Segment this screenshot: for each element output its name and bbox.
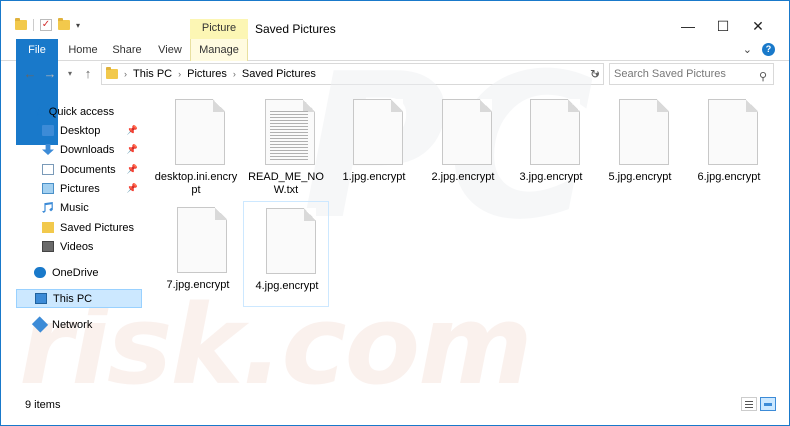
sidebar-item-label: Music bbox=[60, 201, 89, 214]
maximize-button[interactable]: ☐ bbox=[708, 15, 738, 37]
file-item[interactable]: 6.jpg.encrypt bbox=[686, 93, 772, 199]
sidebar-item-label: This PC bbox=[53, 292, 93, 305]
folder-icon bbox=[42, 222, 54, 233]
file-list: desktop.ini.encrypt READ_ME_NOW.txt 1.jp… bbox=[151, 91, 781, 391]
pin-icon[interactable]: 📌 bbox=[127, 183, 138, 194]
back-arrow-icon[interactable]: ← bbox=[21, 65, 39, 83]
sidebar-item-videos[interactable]: Videos bbox=[42, 237, 142, 256]
file-item[interactable]: READ_ME_NOW.txt bbox=[243, 93, 329, 199]
videos-icon bbox=[42, 241, 54, 252]
sidebar-item-music[interactable]: Music bbox=[42, 198, 142, 217]
tab-share[interactable]: Share bbox=[107, 39, 147, 61]
details-view-icon[interactable] bbox=[741, 397, 757, 411]
close-button[interactable]: ✕ bbox=[743, 15, 773, 37]
location-folder-icon bbox=[106, 67, 118, 79]
breadcrumb-separator-icon[interactable]: › bbox=[233, 69, 236, 79]
onedrive-icon bbox=[34, 267, 46, 278]
minimize-button[interactable]: — bbox=[673, 15, 703, 37]
star-icon: ★ bbox=[34, 104, 45, 119]
file-item[interactable]: 3.jpg.encrypt bbox=[508, 93, 594, 199]
pin-icon[interactable]: 📌 bbox=[127, 164, 138, 175]
sidebar-item-label: OneDrive bbox=[52, 266, 99, 279]
sidebar-item-label: Network bbox=[52, 318, 93, 331]
network-icon bbox=[31, 316, 49, 333]
search-placeholder: Search Saved Pictures bbox=[614, 68, 726, 80]
sidebar-item-label: Videos bbox=[60, 240, 94, 253]
file-name: 2.jpg.encrypt bbox=[431, 171, 495, 183]
quick-access-toolbar: ✓ ▾ bbox=[15, 18, 80, 31]
file-name: 6.jpg.encrypt bbox=[697, 171, 761, 183]
sidebar-item-documents[interactable]: Documents 📌 bbox=[42, 160, 142, 179]
pictures-icon bbox=[42, 183, 54, 194]
sidebar-item-label: Documents bbox=[60, 163, 116, 176]
up-arrow-icon[interactable]: ↑ bbox=[79, 65, 97, 83]
ribbon-controls: ⌄ ? bbox=[743, 43, 775, 56]
status-item-count: 9 items bbox=[25, 399, 61, 411]
breadcrumb-this-pc[interactable]: This PC bbox=[133, 68, 172, 80]
tab-home[interactable]: Home bbox=[63, 39, 103, 61]
search-icon: ⚲ bbox=[758, 71, 767, 83]
file-name: desktop.ini.encrypt bbox=[154, 171, 238, 196]
sidebar-item-onedrive[interactable]: OneDrive bbox=[34, 263, 142, 282]
sidebar-item-label: Quick access bbox=[48, 105, 115, 118]
picture-tools-tab: Picture Tools bbox=[190, 19, 248, 53]
sidebar-item-desktop[interactable]: Desktop 📌 bbox=[42, 121, 142, 140]
help-icon[interactable]: ? bbox=[762, 43, 775, 56]
new-folder-icon[interactable] bbox=[58, 18, 70, 30]
file-name: 3.jpg.encrypt bbox=[519, 171, 583, 183]
sidebar-item-pictures[interactable]: Pictures 📌 bbox=[42, 179, 142, 198]
breadcrumb-separator-icon[interactable]: › bbox=[124, 69, 127, 79]
file-name: 5.jpg.encrypt bbox=[608, 171, 672, 183]
file-name: 4.jpg.encrypt bbox=[255, 280, 319, 292]
file-name: READ_ME_NOW.txt bbox=[248, 171, 324, 196]
file-item[interactable]: 7.jpg.encrypt bbox=[155, 201, 241, 307]
this-pc-icon bbox=[35, 293, 47, 304]
tab-view[interactable]: View bbox=[151, 39, 189, 61]
file-item[interactable]: 5.jpg.encrypt bbox=[597, 93, 683, 199]
explorer-window: ✓ ▾ Picture Tools Saved Pictures — ☐ ✕ F… bbox=[0, 0, 790, 426]
toolbar-separator bbox=[33, 19, 34, 31]
sidebar-item-downloads[interactable]: Downloads 📌 bbox=[42, 140, 142, 159]
recent-locations-chevron-icon[interactable]: ▾ bbox=[61, 65, 79, 83]
large-icons-view-icon[interactable] bbox=[760, 397, 776, 411]
pin-icon[interactable]: 📌 bbox=[127, 144, 138, 155]
music-icon bbox=[42, 202, 53, 213]
sidebar-item-this-pc[interactable]: This PC bbox=[16, 289, 142, 308]
sidebar-item-label: Saved Pictures bbox=[60, 221, 134, 234]
properties-icon[interactable]: ✓ bbox=[40, 19, 52, 31]
sidebar-item-label: Desktop bbox=[60, 124, 101, 137]
sidebar-item-label: Downloads bbox=[60, 143, 115, 156]
sidebar-item-network[interactable]: Network bbox=[31, 315, 142, 334]
file-item-selected[interactable]: 4.jpg.encrypt bbox=[243, 201, 329, 307]
expand-ribbon-chevron-icon[interactable]: ⌄ bbox=[743, 43, 752, 56]
search-input[interactable]: Search Saved Pictures ⚲ bbox=[609, 63, 774, 85]
breadcrumb-separator-icon[interactable]: › bbox=[178, 69, 181, 79]
sidebar-item-quick-access[interactable]: ★ Quick access bbox=[34, 102, 160, 121]
file-name: 1.jpg.encrypt bbox=[342, 171, 406, 183]
folder-icon[interactable] bbox=[15, 18, 27, 30]
file-item[interactable]: 2.jpg.encrypt bbox=[420, 93, 506, 199]
file-name: 7.jpg.encrypt bbox=[166, 279, 230, 291]
tab-manage[interactable]: Manage bbox=[190, 39, 248, 61]
file-item[interactable]: desktop.ini.encrypt bbox=[153, 93, 239, 199]
sidebar-item-label: Pictures bbox=[60, 182, 100, 195]
sidebar-item-saved-pictures[interactable]: Saved Pictures bbox=[42, 218, 142, 237]
documents-icon bbox=[42, 164, 54, 175]
text-lines bbox=[270, 111, 308, 161]
forward-arrow-icon[interactable]: → bbox=[41, 65, 59, 83]
breadcrumb-pictures[interactable]: Pictures bbox=[187, 68, 227, 80]
customize-toolbar-chevron-icon[interactable]: ▾ bbox=[76, 21, 80, 30]
pin-icon[interactable]: 📌 bbox=[127, 125, 138, 136]
desktop-icon bbox=[42, 125, 54, 136]
navigation-pane: ★ Quick access Desktop 📌 Downloads 📌 Doc… bbox=[16, 97, 142, 387]
download-icon bbox=[42, 144, 54, 155]
file-item[interactable]: 1.jpg.encrypt bbox=[331, 93, 417, 199]
